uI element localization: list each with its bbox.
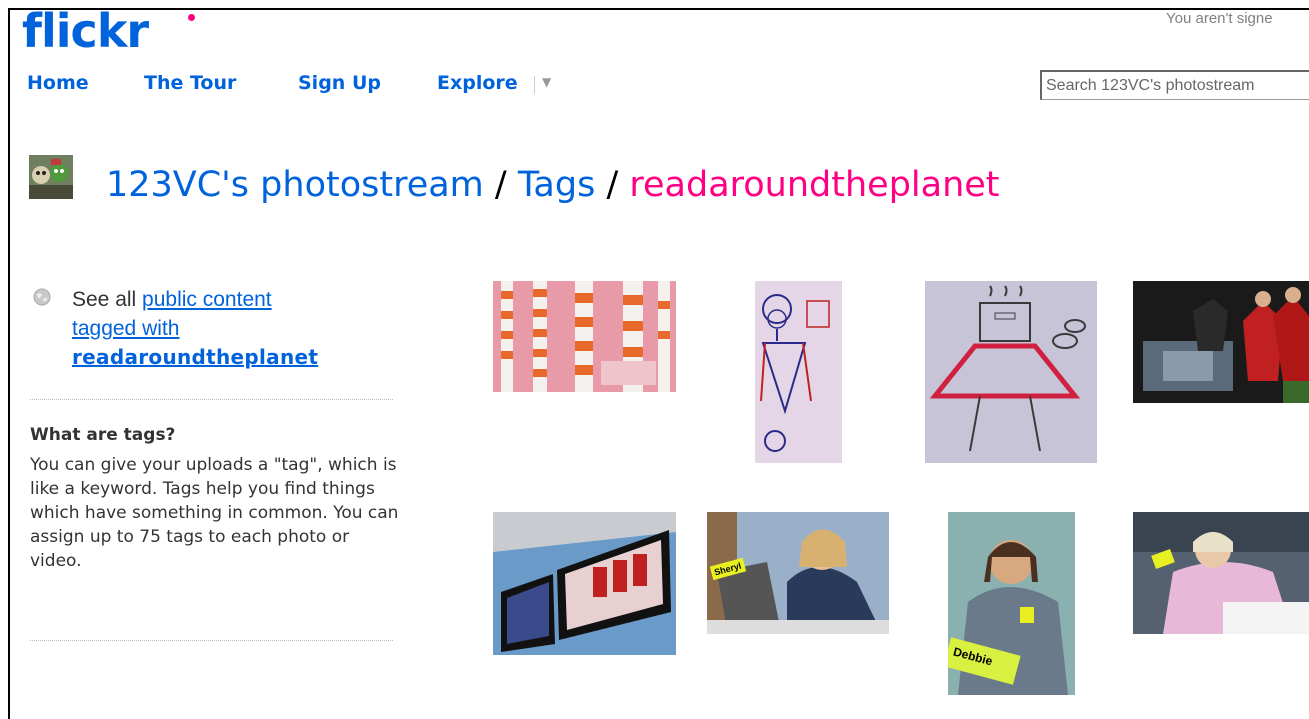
logo-dot xyxy=(188,14,195,21)
breadcrumb-separator: / xyxy=(483,165,518,205)
buddy-icon[interactable] xyxy=(29,155,73,199)
nav-explore[interactable]: Explore xyxy=(437,72,518,94)
photo-thumbnail[interactable]: Debbie xyxy=(948,512,1075,695)
tag-link[interactable]: readaroundtheplanet xyxy=(72,345,318,369)
divider xyxy=(30,640,393,641)
signin-status: You aren't signe xyxy=(1166,10,1273,27)
photo-thumbnail[interactable] xyxy=(493,512,676,655)
public-content-link[interactable]: public content xyxy=(142,288,272,311)
photo-thumbnail[interactable] xyxy=(493,281,676,392)
photo-thumbnail[interactable] xyxy=(1133,512,1309,634)
tagged-with-link[interactable]: tagged with xyxy=(72,317,179,340)
photo-thumbnail[interactable] xyxy=(1133,281,1309,403)
photo-thumbnail[interactable] xyxy=(755,281,842,463)
nav-the-tour[interactable]: The Tour xyxy=(144,72,236,94)
nav-home[interactable]: Home xyxy=(27,72,89,94)
what-are-tags-heading: What are tags? xyxy=(30,425,176,445)
what-are-tags-body: You can give your uploads a "tag", which… xyxy=(30,455,399,571)
chevron-down-icon[interactable]: ▼ xyxy=(542,75,551,89)
divider xyxy=(30,399,393,400)
current-tag: readaroundtheplanet xyxy=(629,165,1000,205)
breadcrumb-tags[interactable]: Tags xyxy=(518,165,596,205)
breadcrumb-separator: / xyxy=(595,165,630,205)
nav-sign-up[interactable]: Sign Up xyxy=(298,72,381,94)
photo-thumbnail[interactable] xyxy=(925,281,1097,463)
photo-thumbnail[interactable]: Sheryl xyxy=(707,512,889,634)
see-all-public-content: See all public content tagged with reada… xyxy=(72,285,372,372)
search-input[interactable] xyxy=(1040,70,1309,100)
see-all-text: See all xyxy=(72,288,143,311)
flickr-logo[interactable]: flickr xyxy=(22,4,195,58)
nav-divider xyxy=(534,76,535,94)
breadcrumb-photostream[interactable]: 123VC's photostream xyxy=(106,165,484,205)
globe-icon xyxy=(33,288,51,306)
page-title: 123VC's photostream / Tags / readaroundt… xyxy=(106,163,1000,207)
